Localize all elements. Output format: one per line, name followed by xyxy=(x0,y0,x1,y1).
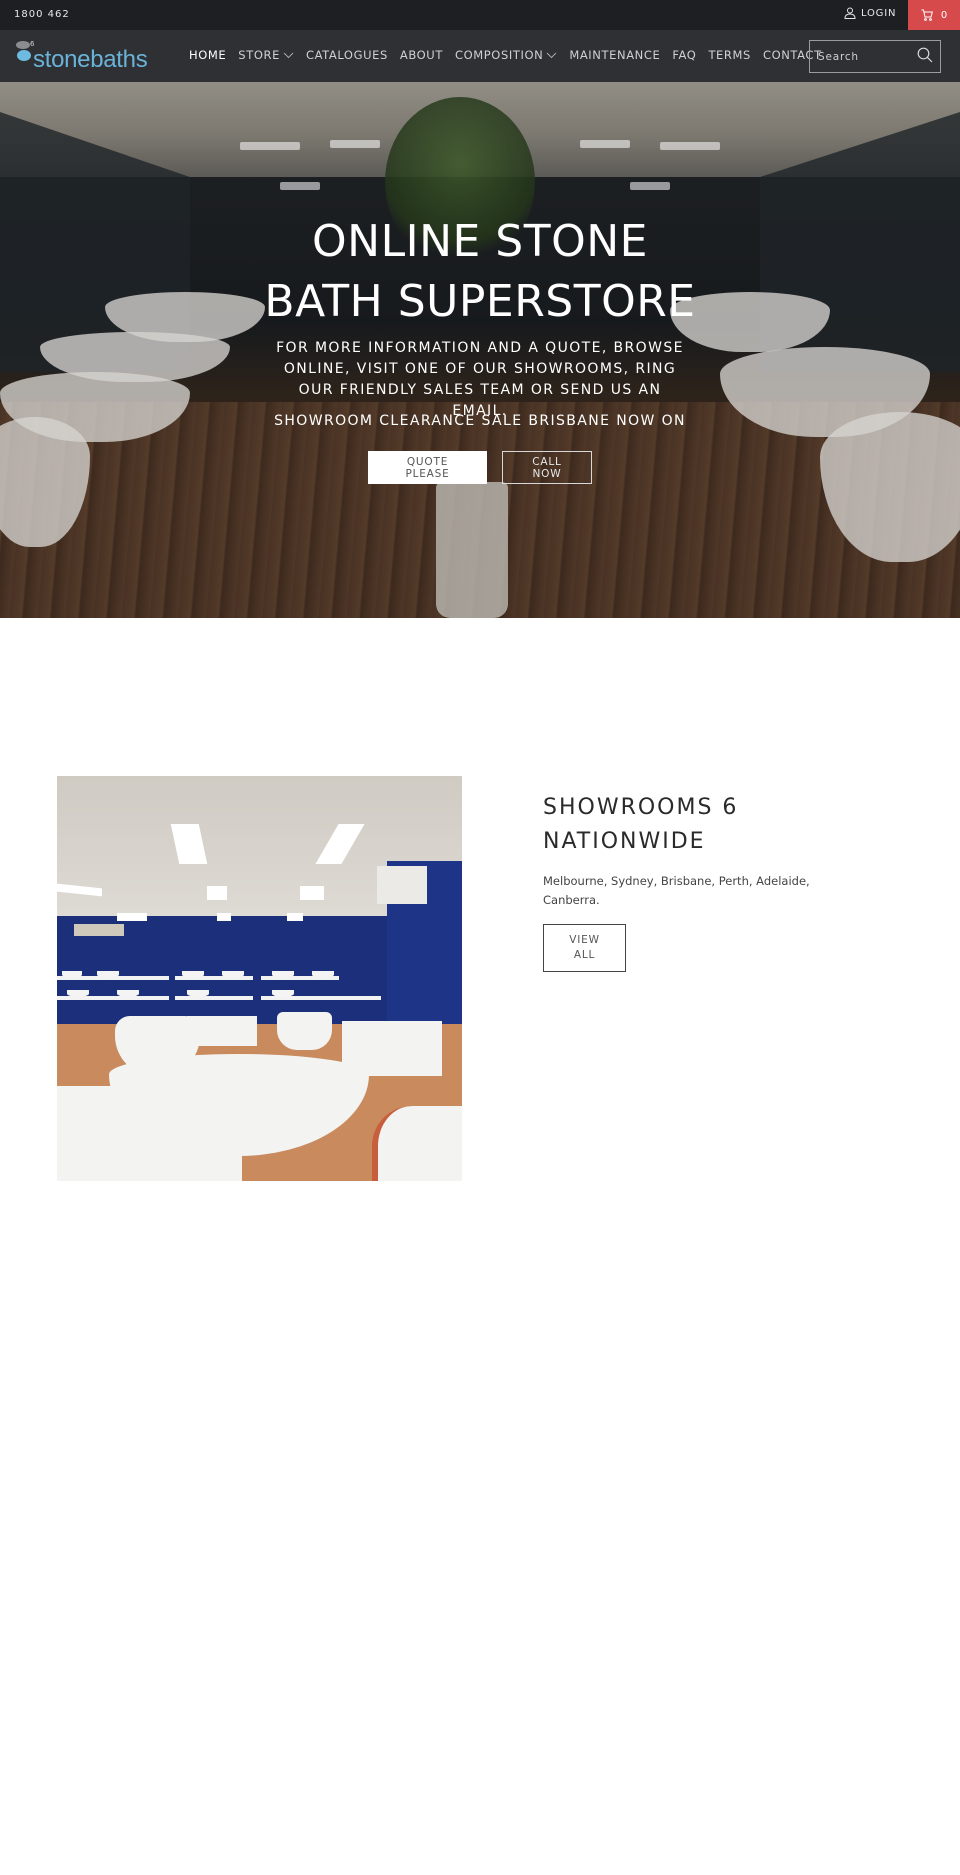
nav-faq[interactable]: FAQ xyxy=(672,48,696,62)
quote-please-button[interactable]: QUOTE PLEASE xyxy=(368,451,487,484)
nav-catalogues-label: CATALOGUES xyxy=(305,48,388,62)
logo-pebble-top xyxy=(16,41,30,49)
search-icon[interactable] xyxy=(917,47,933,63)
call-button-label: CALL NOW xyxy=(532,455,562,480)
logo-badge: 6 xyxy=(30,40,35,48)
hero-banner: ONLINE STONE BATH SUPERSTORE FOR MORE IN… xyxy=(0,82,960,618)
showrooms-cities: Melbourne, Sydney, Brisbane, Perth, Adel… xyxy=(543,874,810,907)
cart-icon xyxy=(921,9,933,21)
nav-store[interactable]: STORE xyxy=(238,48,294,62)
phone-number[interactable]: 1800 462 xyxy=(14,9,70,20)
nav-catalogues[interactable]: CATALOGUES xyxy=(306,48,388,62)
nav-about[interactable]: ABOUT xyxy=(400,48,443,62)
hero-title-line1: ONLINE STONE xyxy=(312,216,648,267)
nav-home[interactable]: HOME xyxy=(189,48,226,62)
chevron-down-icon xyxy=(546,52,557,58)
login-link[interactable]: LOGIN xyxy=(844,7,896,19)
site-logo[interactable]: 6 stonebaths xyxy=(14,39,148,73)
chevron-down-icon xyxy=(283,52,294,58)
logo-wordmark: stonebaths xyxy=(33,46,148,73)
top-bar: 1800 462 LOGIN 0 xyxy=(0,0,960,30)
call-now-button[interactable]: CALL NOW xyxy=(502,451,592,484)
showrooms-title-line1: SHOWROOMS 6 xyxy=(543,795,739,820)
hero-sale-text: SHOWROOM CLEARANCE SALE BRISBANE NOW ON xyxy=(274,413,686,429)
nav-faq-label: FAQ xyxy=(672,48,697,62)
showrooms-title-line2: NATIONWIDE xyxy=(543,829,706,854)
nav-terms[interactable]: TERMS xyxy=(708,48,751,62)
nav-store-label: STORE xyxy=(238,48,280,62)
hero-title: ONLINE STONE BATH SUPERSTORE xyxy=(0,212,960,332)
nav-maintenance-label: MAINTENANCE xyxy=(569,48,661,62)
nav-maintenance[interactable]: MAINTENANCE xyxy=(569,48,660,62)
view-all-button[interactable]: VIEW ALL xyxy=(543,924,626,972)
quote-button-label: QUOTE PLEASE xyxy=(405,455,450,480)
nav-composition[interactable]: COMPOSITION xyxy=(455,48,557,62)
nav-terms-label: TERMS xyxy=(708,48,751,62)
search-box xyxy=(809,40,941,73)
showrooms-title: SHOWROOMS 6 NATIONWIDE xyxy=(543,791,843,859)
nav-about-label: ABOUT xyxy=(399,48,443,62)
search-input[interactable] xyxy=(810,50,910,63)
hero-title-line2: BATH SUPERSTORE xyxy=(264,276,696,327)
cart-count: 0 xyxy=(940,9,948,21)
main-nav: HOME STORE CATALOGUES ABOUT COMPOSITION … xyxy=(189,48,834,62)
user-icon xyxy=(844,7,856,19)
cart-button[interactable]: 0 xyxy=(908,0,960,30)
hero-subtitle: FOR MORE INFORMATION AND A QUOTE, BROWSE… xyxy=(276,340,684,419)
hero-content: ONLINE STONE BATH SUPERSTORE FOR MORE IN… xyxy=(0,82,960,618)
view-all-label: VIEW ALL xyxy=(569,934,600,961)
logo-pebble xyxy=(17,50,31,61)
login-label: LOGIN xyxy=(861,7,897,19)
nav-composition-label: COMPOSITION xyxy=(454,48,544,62)
showroom-image xyxy=(57,776,462,1181)
nav-home-label: HOME xyxy=(189,48,227,62)
